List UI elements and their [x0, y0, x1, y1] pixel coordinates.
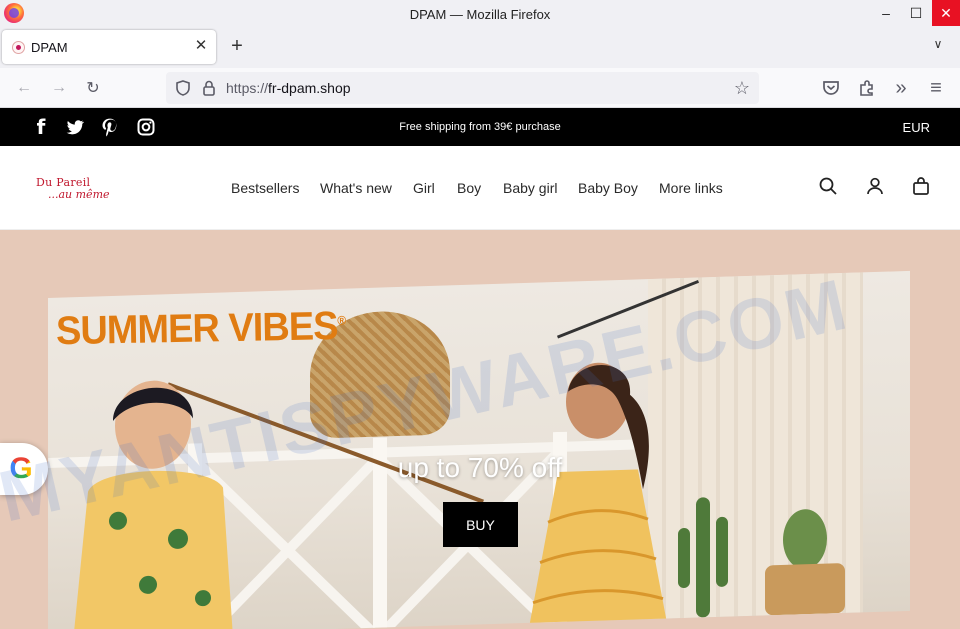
- url-bar[interactable]: https://fr-dpam.shop ☆: [166, 72, 759, 104]
- navigation-toolbar: ← → ↻ https://fr-dpam.shop ☆ » ≡: [0, 68, 960, 108]
- back-button[interactable]: ←: [12, 76, 36, 100]
- tab-strip: DPAM ✕ + ∨: [0, 28, 960, 68]
- promo-text: up to 70% off: [397, 452, 563, 483]
- nav-more-links[interactable]: More links: [659, 180, 723, 196]
- shopping-bag-icon[interactable]: [911, 176, 931, 196]
- new-tab-button[interactable]: +: [226, 36, 248, 58]
- bookmark-star-icon[interactable]: ☆: [732, 78, 752, 98]
- pocket-icon[interactable]: [820, 77, 842, 99]
- extensions-icon[interactable]: [856, 77, 878, 99]
- maximize-button[interactable]: ☐: [902, 0, 930, 26]
- tab-close-button[interactable]: ✕: [192, 37, 210, 55]
- tracking-protection-shield-icon[interactable]: [174, 79, 192, 97]
- url-scheme: https://: [226, 80, 269, 96]
- forward-button[interactable]: →: [47, 76, 71, 100]
- app-menu-icon[interactable]: ≡: [925, 77, 947, 99]
- site-favicon-icon: [12, 41, 25, 54]
- hero-headline-mark: ®: [337, 313, 346, 328]
- logo-line-2: ...au même: [48, 188, 110, 201]
- basket-image: [765, 509, 845, 616]
- hero-banner[interactable]: SUMMER VIBES® up to 70% off BUY: [0, 230, 960, 629]
- window-titlebar: DPAM — Mozilla Firefox – ☐ ✕: [0, 0, 960, 28]
- boy-image: [73, 380, 233, 629]
- hero-headline: SUMMER VIBES®: [56, 304, 346, 354]
- url-text[interactable]: https://fr-dpam.shop: [226, 80, 351, 96]
- window-title: DPAM — Mozilla Firefox: [409, 7, 551, 22]
- nav-baby-boy[interactable]: Baby Boy: [578, 180, 638, 196]
- list-all-tabs-button[interactable]: ∨: [928, 37, 948, 57]
- girl-image: [528, 362, 668, 629]
- currency-selector[interactable]: EUR: [903, 120, 930, 135]
- nav-girl[interactable]: Girl: [413, 180, 435, 196]
- site-logo[interactable]: Du Pareil ...au même: [36, 176, 131, 204]
- google-g-icon: G: [9, 452, 33, 485]
- nav-bestsellers[interactable]: Bestsellers: [231, 180, 299, 196]
- url-domain: fr-dpam.shop: [268, 80, 351, 96]
- tab-dpam[interactable]: DPAM ✕: [2, 30, 216, 64]
- nav-baby-girl[interactable]: Baby girl: [503, 180, 557, 196]
- nav-whats-new[interactable]: What's new: [320, 180, 392, 196]
- search-icon[interactable]: [818, 176, 838, 196]
- hero-headline-text: SUMMER VIBES: [55, 304, 338, 354]
- nav-boy[interactable]: Boy: [457, 180, 481, 196]
- buy-button[interactable]: BUY: [443, 502, 518, 547]
- announcement-bar: f Free shipping from 39€ purchase EUR: [0, 108, 960, 146]
- minimize-button[interactable]: –: [872, 0, 900, 26]
- reload-button[interactable]: ↻: [81, 76, 105, 100]
- free-shipping-banner: Free shipping from 39€ purchase: [399, 121, 561, 133]
- lock-icon[interactable]: [200, 79, 218, 97]
- site-header: Du Pareil ...au même Bestsellers What's …: [0, 146, 960, 230]
- close-window-button[interactable]: ✕: [932, 0, 960, 26]
- tab-label: DPAM: [31, 40, 68, 55]
- account-icon[interactable]: [865, 176, 885, 196]
- overflow-menu-icon[interactable]: »: [890, 77, 912, 99]
- cactus-image: [678, 497, 728, 618]
